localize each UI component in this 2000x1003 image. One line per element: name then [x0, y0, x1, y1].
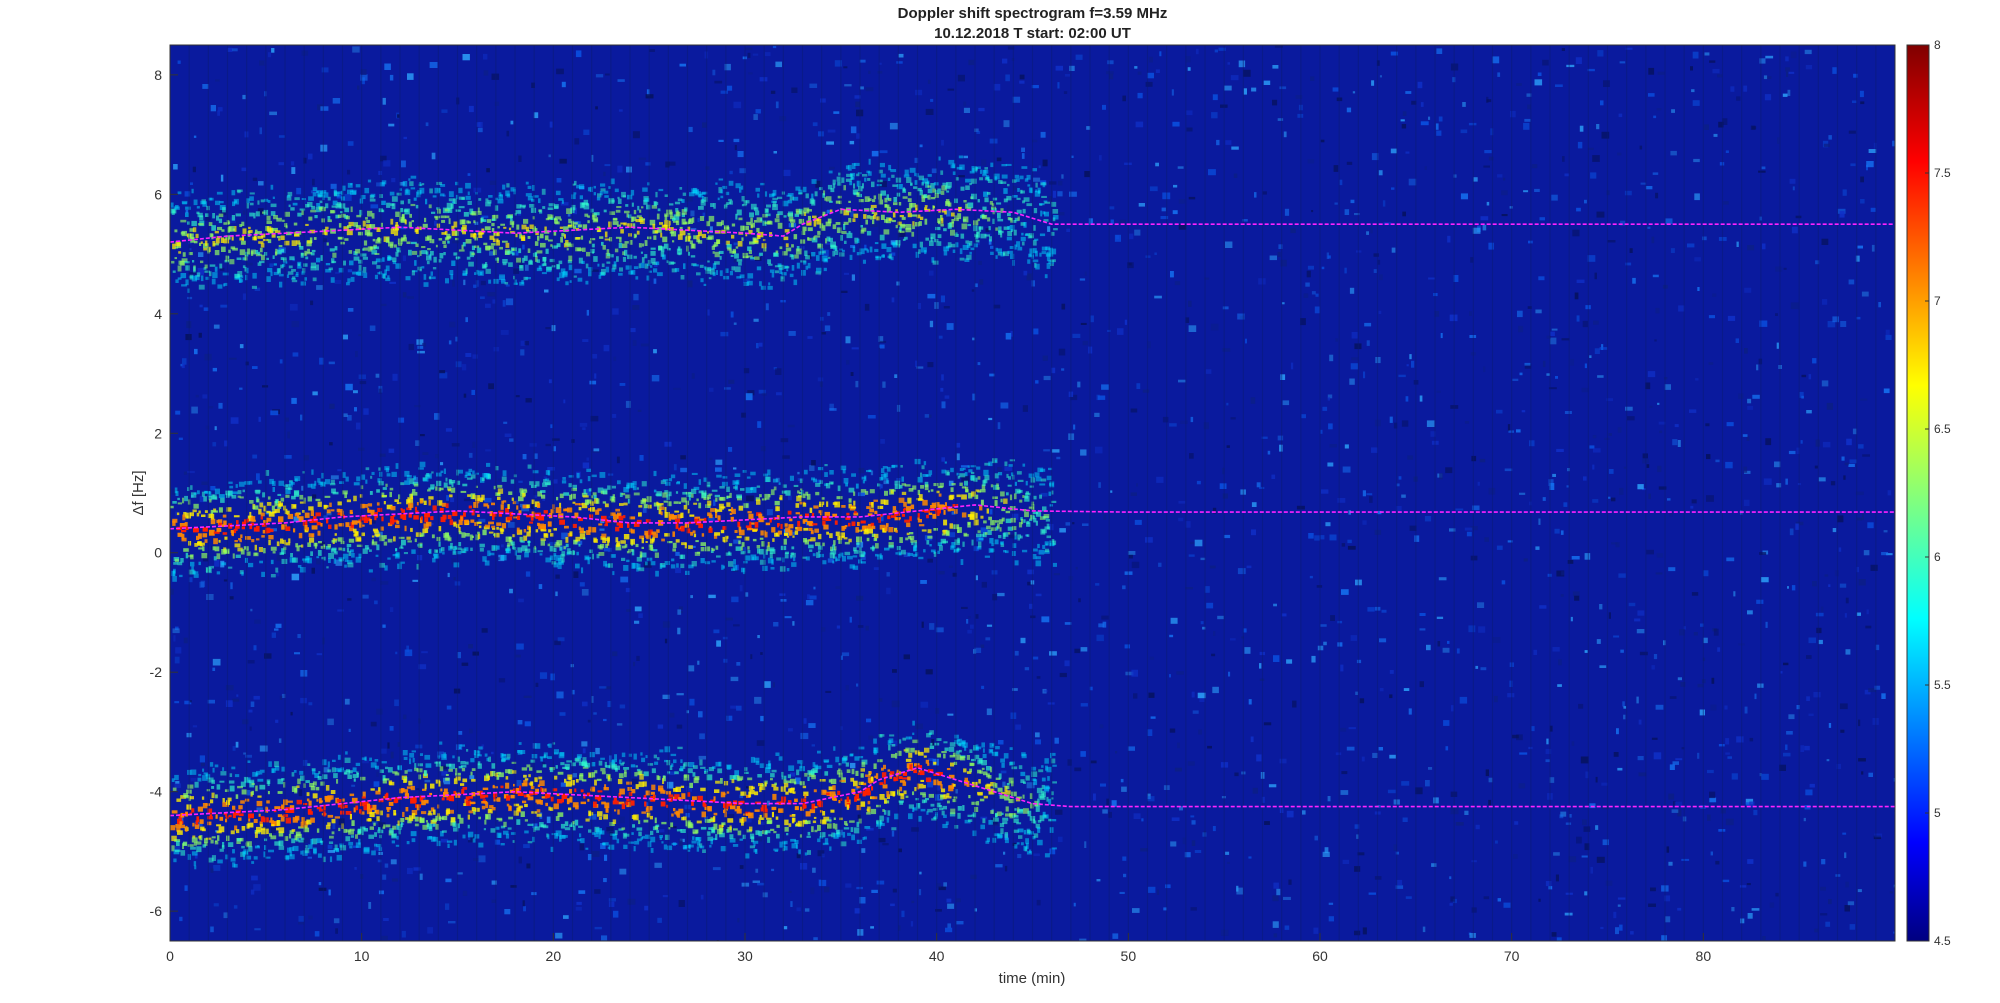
chart-svg: 0 10 20 30 40 50 60 70 80 -6 -4 -2 0 2 4 6 8 time (min)… [130, 38, 1951, 987]
y-tick-label: -4 [150, 784, 163, 800]
y-tick-label: 2 [154, 425, 162, 441]
y-tick-label: 4 [154, 306, 162, 322]
colorbar-tick-label: 7 [1934, 294, 1941, 308]
x-tick-label: 40 [929, 948, 945, 964]
x-tick-label: 10 [354, 948, 370, 964]
colorbar-tick-label: 7.5 [1934, 166, 1951, 180]
y-tick-label: 6 [154, 186, 162, 202]
y-tick-label: -6 [150, 903, 163, 919]
x-tick-label: 30 [737, 948, 753, 964]
x-tick-label: 20 [546, 948, 562, 964]
x-tick-label: 80 [1696, 948, 1712, 964]
x-tick-label: 60 [1312, 948, 1328, 964]
x-tick-label: 70 [1504, 948, 1520, 964]
y-axis-label: Δf [Hz] [130, 470, 147, 515]
x-axis-label: time (min) [999, 970, 1066, 987]
colorbar-tick-label: 4.5 [1934, 934, 1951, 948]
y-tick-label: 0 [154, 545, 162, 561]
colorbar-tick-label: 5.5 [1934, 678, 1951, 692]
colorbar-tick-label: 5 [1934, 806, 1941, 820]
colorbar-tick-label: 6.5 [1934, 422, 1951, 436]
colorbar-tick-label: 8 [1934, 38, 1941, 52]
y-tick-label: -2 [150, 664, 163, 680]
x-tick-label: 50 [1121, 948, 1137, 964]
x-tick-label: 0 [166, 948, 174, 964]
colorbar [1906, 44, 1930, 942]
colorbar-tick-label: 6 [1934, 550, 1941, 564]
y-tick-label: 8 [154, 67, 162, 83]
figure: Doppler shift spectrogram f=3.59 MHz 10.… [0, 0, 2000, 1003]
